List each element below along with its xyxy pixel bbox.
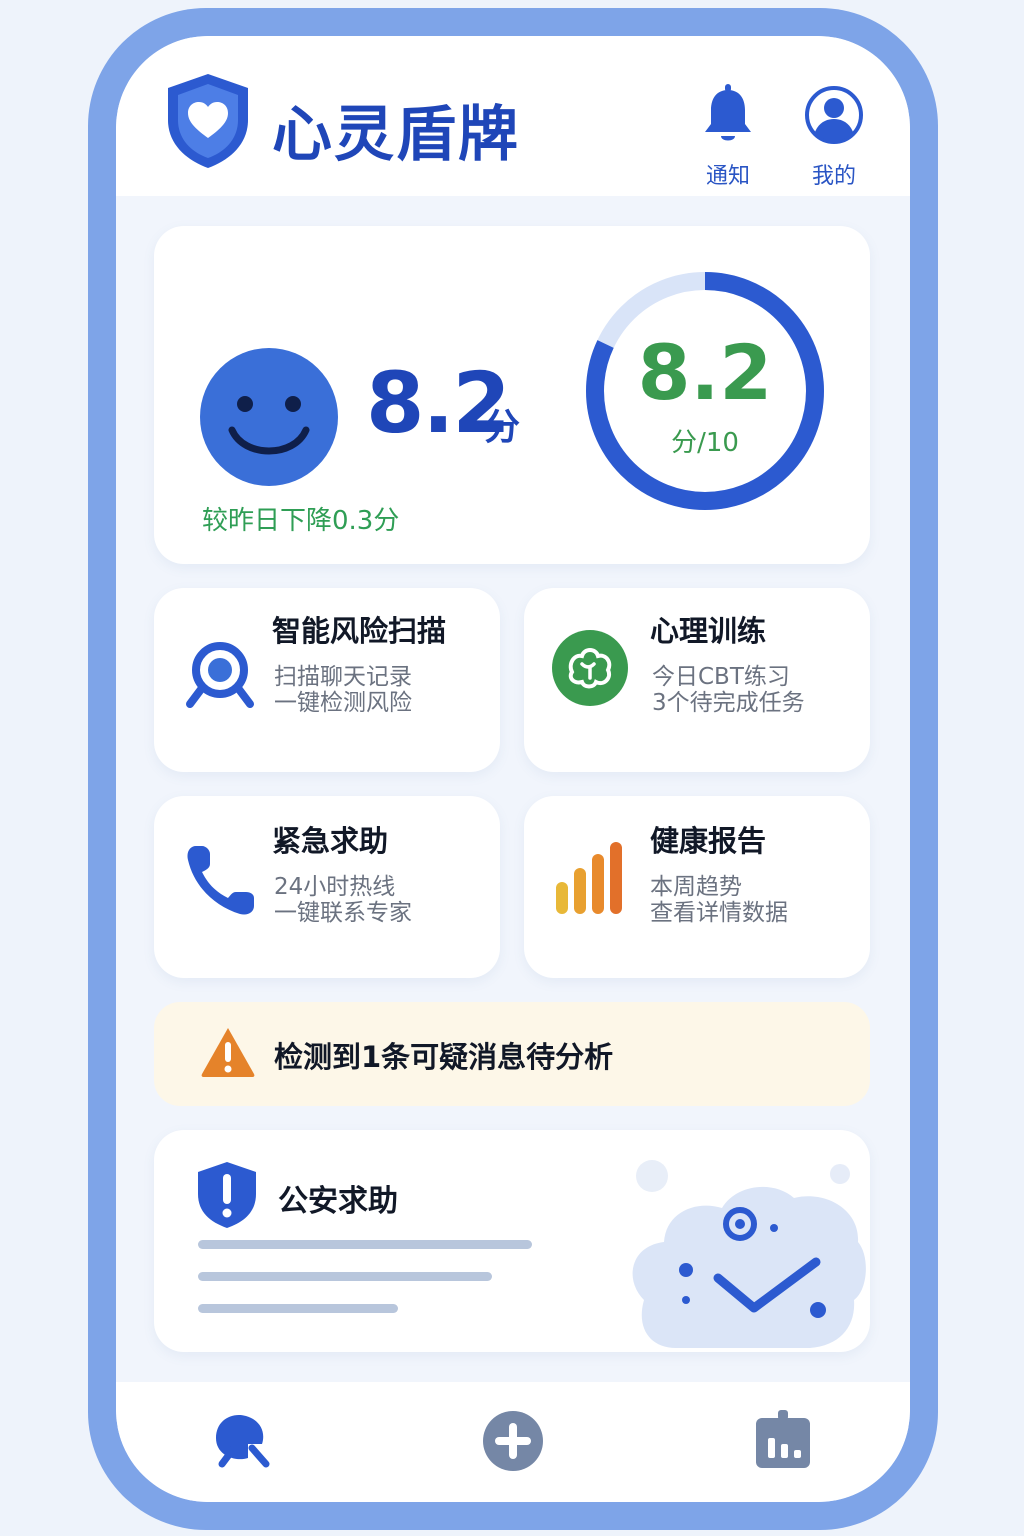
security-check-illustration [632, 1160, 866, 1348]
feature-desc-line1: 24小时热线 [274, 874, 396, 900]
home-icon[interactable] [208, 1408, 274, 1474]
notification-button[interactable]: 通知 [688, 84, 768, 190]
feature-desc-line1: 扫描聊天记录 [274, 664, 412, 690]
mental-training-card[interactable]: 心理训练 今日CBT练习 3个待完成任务 [524, 588, 870, 772]
feature-desc-line2: 一键检测风险 [274, 690, 412, 716]
profile-label: 我的 [811, 164, 856, 189]
app-header: 心灵盾牌 通知 我的 [116, 36, 910, 196]
score-unit: 分 [484, 407, 521, 448]
feature-title: 紧急求助 [272, 824, 389, 858]
placeholder-line [198, 1240, 532, 1249]
bar-chart-icon [556, 842, 622, 914]
stats-icon[interactable] [750, 1408, 816, 1474]
phone-icon [187, 846, 254, 915]
add-icon[interactable] [480, 1408, 546, 1474]
suspicious-message-alert[interactable]: 检测到1条可疑消息待分析 [154, 1002, 870, 1106]
feature-desc-line2: 查看详情数据 [650, 900, 788, 926]
search-scan-icon [186, 642, 254, 708]
user-avatar-icon [805, 86, 863, 144]
ring-score-value: 8.2 [637, 328, 773, 417]
alert-text: 检测到1条可疑消息待分析 [274, 1040, 614, 1074]
notification-label: 通知 [705, 164, 750, 189]
bottom-navigation [116, 1382, 910, 1502]
feature-title: 心理训练 [650, 614, 767, 648]
app-title: 心灵盾牌 [272, 100, 520, 170]
emergency-help-card[interactable]: 紧急求助 24小时热线 一键联系专家 [154, 796, 500, 978]
health-report-card[interactable]: 健康报告 本周趋势 查看详情数据 [524, 796, 870, 978]
smiley-face-icon [200, 348, 338, 486]
app-screen: 心灵盾牌 通知 我的 8.2 分 较昨日下降0.3分 8.2 分/10 智能风险… [116, 36, 910, 1502]
feature-desc-line2: 一键联系专家 [274, 900, 412, 926]
feature-desc-line1: 本周趋势 [650, 874, 742, 900]
placeholder-line [198, 1304, 398, 1313]
feature-title: 健康报告 [650, 824, 767, 858]
feature-title: 智能风险扫描 [272, 614, 447, 648]
police-title: 公安求助 [278, 1184, 398, 1219]
shield-heart-logo-icon [168, 74, 248, 168]
mood-score-card[interactable]: 8.2 分 较昨日下降0.3分 8.2 分/10 [154, 226, 870, 564]
brain-icon [552, 630, 628, 706]
profile-button[interactable]: 我的 [794, 84, 874, 190]
risk-scan-card[interactable]: 智能风险扫描 扫描聊天记录 一键检测风险 [154, 588, 500, 772]
placeholder-line [198, 1272, 492, 1281]
police-help-card[interactable]: 公安求助 [154, 1130, 870, 1352]
ring-score-scale: 分/10 [671, 428, 739, 458]
score-change-text: 较昨日下降0.3分 [202, 506, 400, 536]
feature-desc-line1: 今日CBT练习 [652, 664, 790, 690]
bell-icon [705, 84, 751, 141]
feature-desc-line2: 3个待完成任务 [652, 690, 805, 716]
shield-alert-icon [198, 1162, 256, 1228]
warning-icon [201, 1028, 255, 1077]
